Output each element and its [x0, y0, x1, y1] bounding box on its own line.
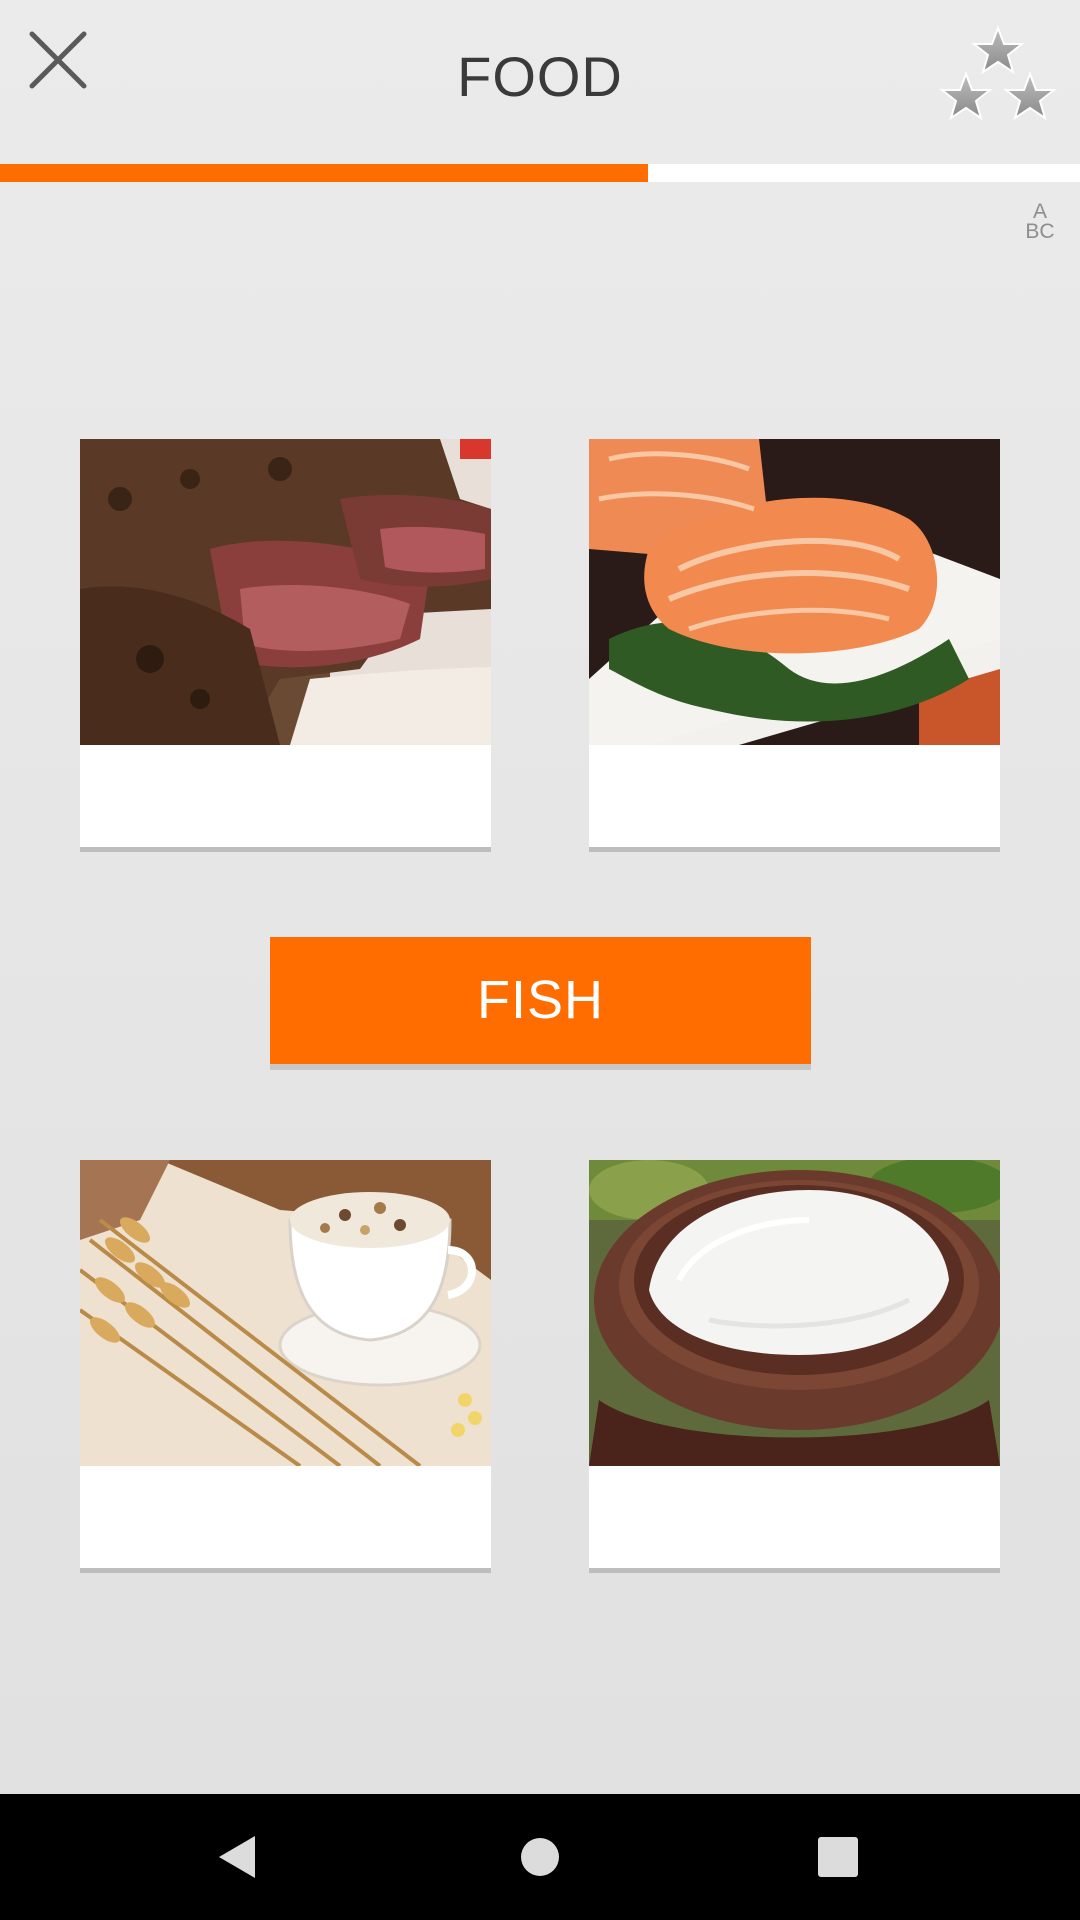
- progress-fill: [0, 164, 648, 182]
- stars-button[interactable]: [936, 24, 1060, 136]
- progress-bar: [0, 164, 1080, 182]
- back-triangle-icon: [219, 1836, 255, 1878]
- answer-card-steak[interactable]: [80, 439, 491, 847]
- abc-icon-line2: BC: [1025, 220, 1055, 243]
- stars-icon: [939, 25, 1057, 121]
- answer-card-cereal[interactable]: [80, 1160, 491, 1568]
- abc-icon-line1: A: [1032, 200, 1047, 223]
- recents-square-icon: [818, 1837, 858, 1877]
- abc-toggle-button[interactable]: A BC: [1016, 200, 1064, 248]
- rice-bowl-image: [589, 1160, 1000, 1466]
- salmon-fillet-image: [589, 439, 1000, 745]
- card-label: [80, 745, 491, 847]
- top-bar: FOOD: [0, 0, 1080, 164]
- page-title: FOOD: [457, 45, 623, 108]
- home-button[interactable]: [507, 1824, 573, 1890]
- answer-card-salmon[interactable]: [589, 439, 1000, 847]
- grilled-steak-image: [80, 439, 491, 745]
- back-button[interactable]: [205, 1824, 271, 1890]
- card-label: [589, 745, 1000, 847]
- wheat-and-cereal-image: [80, 1160, 491, 1466]
- card-label: [589, 1466, 1000, 1568]
- answer-card-rice[interactable]: [589, 1160, 1000, 1568]
- prompt-word-button[interactable]: FISH: [270, 937, 811, 1064]
- home-circle-icon: [521, 1838, 559, 1876]
- system-navigation-bar: [0, 1794, 1080, 1920]
- recents-button[interactable]: [805, 1824, 871, 1890]
- card-label: [80, 1466, 491, 1568]
